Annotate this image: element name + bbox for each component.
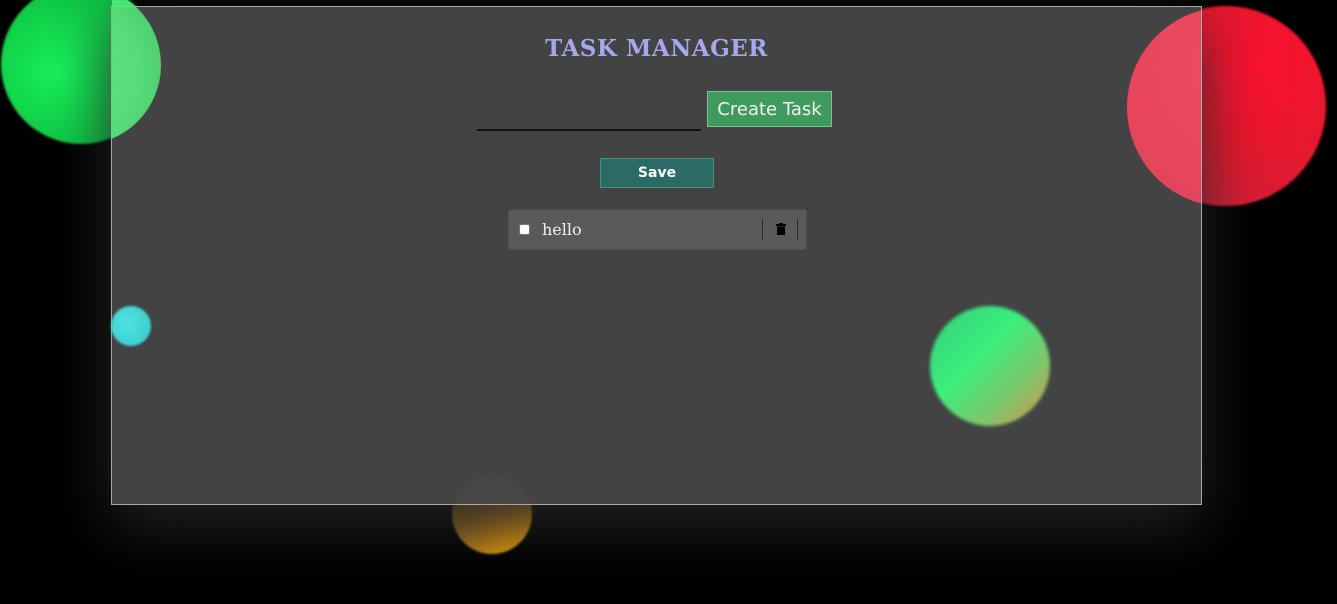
task-text: hello (542, 220, 582, 239)
decorative-gradient-orb (930, 306, 1050, 426)
task-item: hello (508, 209, 807, 250)
decorative-cyan-orb (111, 306, 151, 346)
page-title: TASK MANAGER (545, 35, 768, 62)
task-list: hello (508, 209, 807, 250)
save-button[interactable]: Save (600, 158, 714, 188)
task-manager-panel: TASK MANAGER Create Task Save hello (111, 0, 1202, 505)
app-background: TASK MANAGER Create Task Save hello (0, 0, 1337, 604)
create-task-button[interactable]: Create Task (707, 91, 832, 127)
task-input[interactable] (477, 103, 701, 131)
task-complete-checkbox[interactable] (519, 224, 530, 235)
delete-task-button[interactable] (762, 219, 798, 239)
trash-icon (776, 223, 786, 235)
